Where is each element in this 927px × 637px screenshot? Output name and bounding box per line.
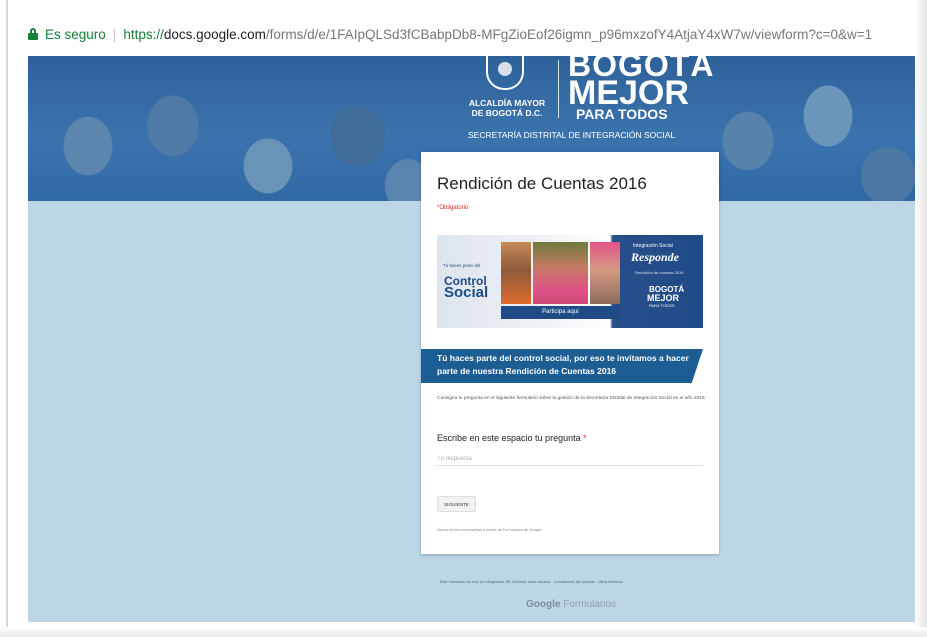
alcaldia-text: ALCALDÍA MAYOR DE BOGOTÁ D.C.	[468, 98, 546, 118]
promo-social-text: Social	[444, 284, 489, 301]
question-label: Escribe en este espacio tu pregunta *	[437, 433, 587, 443]
url-path: /forms/d/e/1FAIpQLSd3fCBabpDb8-MFgZioEof…	[265, 26, 873, 42]
window-shadow-bottom	[0, 627, 927, 637]
promo-small-text: Tú haces parte del	[443, 263, 481, 268]
lock-icon	[28, 28, 38, 40]
section-description: Consigna tu pregunta en el siguiente for…	[437, 396, 705, 401]
form-title: Rendición de Cuentas 2016	[437, 174, 647, 193]
promo-photo-woman	[590, 242, 620, 304]
google-forms-logo[interactable]: Google Formularios	[526, 599, 616, 610]
promo-banner-image: Tú haces parte del Control Social Partic…	[437, 235, 703, 328]
address-bar[interactable]: Es seguro | https://docs.google.com/form…	[28, 24, 872, 44]
window-left-border	[6, 0, 8, 630]
promo-logo-mejor: MEJOR	[647, 293, 680, 303]
secretaria-text: SECRETARÍA DISTRITAL DE INTEGRACIÓN SOCI…	[468, 130, 676, 140]
form-card: Rendición de Cuentas 2016 *Obligatorio T…	[421, 152, 719, 554]
url-scheme: https://	[123, 26, 164, 42]
promo-photo-man	[501, 242, 531, 304]
city-crest-icon	[486, 56, 524, 90]
google-text: Google	[526, 599, 561, 610]
screenshot-frame: Es seguro | https://docs.google.com/form…	[0, 0, 927, 637]
promo-logo-para-todos: PARA TODOS	[649, 303, 675, 308]
url-text[interactable]: https://docs.google.com/forms/d/e/1FAIpQ…	[123, 27, 872, 42]
next-button[interactable]: SIGUIENTE	[437, 496, 476, 512]
section-heading: Tú haces parte del control social, por e…	[437, 353, 689, 376]
required-note: *Obligatorio	[437, 205, 469, 211]
promo-responde-text: Responde	[631, 250, 679, 264]
logo-divider	[558, 60, 559, 118]
password-warning: Nunca envíes contraseñas a través de For…	[437, 528, 543, 532]
promo-participa-button: Participa aquí	[501, 306, 620, 319]
para-todos-text: PARA TODOS	[576, 106, 668, 122]
promo-photo-children	[533, 242, 588, 304]
required-star: *	[583, 433, 587, 443]
footer-note[interactable]: Este formulario se creó en Integración S…	[440, 580, 623, 584]
address-separator: |	[112, 26, 117, 42]
secure-label: Es seguro	[45, 26, 106, 42]
page-viewport: ALCALDÍA MAYOR DE BOGOTÁ D.C. BOGOTÁ MEJ…	[28, 56, 919, 622]
window-shadow-right	[915, 0, 927, 637]
url-host: docs.google.com	[163, 26, 266, 42]
forms-text: Formularios	[563, 599, 617, 610]
answer-input[interactable]	[437, 452, 703, 466]
question-text: Escribe en este espacio tu pregunta	[437, 433, 581, 443]
mejor-text: MEJOR	[568, 74, 689, 112]
promo-integracion-text: Integración Social	[633, 243, 673, 249]
promo-rendicion-text: Rendición de cuentas 2016	[635, 270, 684, 275]
